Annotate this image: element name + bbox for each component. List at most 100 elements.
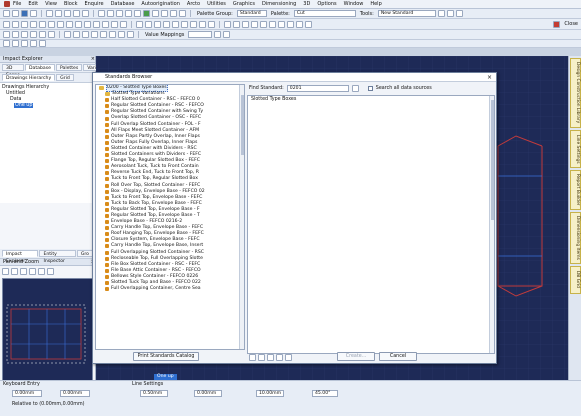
- menu-enquire[interactable]: Enquire: [84, 1, 103, 7]
- sample-icon[interactable]: [287, 20, 294, 28]
- menu-help[interactable]: Help: [370, 1, 381, 7]
- line-icon[interactable]: [12, 20, 19, 28]
- render-icon[interactable]: [242, 20, 249, 28]
- tool-option-icon[interactable]: [455, 10, 463, 17]
- panel-close-icon[interactable]: ×: [91, 56, 95, 62]
- circle-icon[interactable]: [30, 20, 37, 28]
- menu-file[interactable]: File: [13, 1, 21, 7]
- print-standards-catalog-button[interactable]: Print Standards Catalog: [133, 352, 199, 361]
- layers-icon[interactable]: [161, 10, 168, 17]
- paste-icon[interactable]: [82, 10, 89, 17]
- tab-entity-inspector[interactable]: Entity Inspector: [39, 250, 76, 264]
- offset-icon[interactable]: [84, 20, 91, 28]
- undo-icon[interactable]: [46, 10, 53, 17]
- bookmark-icon[interactable]: [127, 31, 134, 38]
- find-icon[interactable]: [118, 31, 125, 38]
- palette-group-select[interactable]: Standard: [236, 10, 267, 17]
- tab-line-settings[interactable]: Line Settings: [570, 130, 581, 168]
- rectangle-icon[interactable]: [39, 20, 46, 28]
- report-icon[interactable]: [199, 20, 206, 28]
- close-label[interactable]: Close: [564, 21, 578, 27]
- y-coordinate-field[interactable]: 0.00mm: [60, 390, 90, 397]
- tab-impact-explorer[interactable]: Impact Explorer: [2, 250, 39, 264]
- fold-icon[interactable]: [233, 20, 240, 28]
- nesting-icon[interactable]: [190, 20, 197, 28]
- mapping-option-icon[interactable]: [214, 31, 222, 38]
- snap-nearest-icon[interactable]: [39, 40, 46, 47]
- search-icon[interactable]: [351, 85, 359, 92]
- redo-icon[interactable]: [55, 10, 62, 17]
- attribute-icon[interactable]: [172, 20, 179, 28]
- dimension-icon[interactable]: [145, 20, 152, 28]
- view-small-icons-icon[interactable]: [258, 354, 265, 361]
- menu-block[interactable]: Block: [64, 1, 78, 7]
- tab-palettes[interactable]: Palettes: [55, 64, 83, 71]
- zoom-out-icon[interactable]: [107, 10, 114, 17]
- menu-utilities[interactable]: Utilities: [207, 1, 226, 7]
- new-icon[interactable]: [3, 10, 10, 17]
- grid-icon[interactable]: [143, 10, 150, 17]
- arc-icon[interactable]: [21, 20, 28, 28]
- view-large-icons-icon[interactable]: [249, 354, 256, 361]
- value-mappings-select[interactable]: [188, 31, 213, 38]
- x-coordinate-field[interactable]: 0.00mm: [12, 390, 42, 397]
- zoom-in-icon[interactable]: [98, 10, 105, 17]
- save-icon[interactable]: [21, 10, 28, 17]
- filter-icon[interactable]: [109, 31, 116, 38]
- palette-select[interactable]: Cut: [293, 10, 356, 17]
- tool-option-icon[interactable]: [446, 10, 454, 17]
- zoom-out-icon[interactable]: [11, 268, 18, 275]
- dimension-1-field[interactable]: 0.00mm: [194, 390, 222, 397]
- pan-icon[interactable]: [47, 268, 54, 275]
- snap-intersection-icon[interactable]: [30, 40, 37, 47]
- animation-icon[interactable]: [251, 20, 258, 28]
- text-icon[interactable]: [136, 20, 143, 28]
- export-icon[interactable]: [260, 20, 267, 28]
- fillet-icon[interactable]: [57, 20, 64, 28]
- search-all-checkbox[interactable]: [367, 86, 373, 91]
- menu-arcto[interactable]: Arcto: [187, 1, 200, 7]
- rotate-icon[interactable]: [102, 20, 109, 28]
- close-drawing-icon[interactable]: [553, 20, 561, 28]
- dialog-close-icon[interactable]: ×: [487, 73, 492, 82]
- properties-icon[interactable]: [179, 10, 186, 17]
- hatch-icon[interactable]: [154, 20, 161, 28]
- tab-design-construction-library[interactable]: Design Construction Library: [570, 58, 581, 128]
- pan-icon[interactable]: [134, 10, 141, 17]
- database-icon[interactable]: [208, 20, 215, 28]
- tab-3d-scene[interactable]: 3D Scene: [2, 64, 25, 78]
- view-tiles-icon[interactable]: [285, 354, 292, 361]
- print-icon[interactable]: [30, 10, 37, 17]
- view-3d-icon[interactable]: [224, 20, 231, 28]
- tab-dimensioning-items[interactable]: Dimensioning Items: [570, 212, 581, 264]
- plot-icon[interactable]: [278, 20, 285, 28]
- tab-drawings-hierarchy[interactable]: Drawings Hierarchy: [2, 74, 56, 81]
- pan-zoom-preview[interactable]: [2, 278, 93, 388]
- dimension-2-field[interactable]: 10.00mm: [256, 390, 284, 397]
- line-width-field[interactable]: 0.50mm: [140, 390, 168, 397]
- tab-gro[interactable]: Gro: [76, 250, 93, 257]
- style-icon[interactable]: [64, 31, 71, 38]
- zoom-previous-icon[interactable]: [38, 268, 45, 275]
- tree-item-one-up[interactable]: One up: [2, 103, 93, 109]
- scale-icon[interactable]: [111, 20, 118, 28]
- snap-icon[interactable]: [152, 10, 159, 17]
- snap-centre-icon[interactable]: [21, 40, 28, 47]
- polyline-icon[interactable]: [48, 20, 55, 28]
- move-icon[interactable]: [120, 20, 127, 28]
- value-mappings-label[interactable]: Value Mappings: [145, 32, 184, 38]
- angle-field[interactable]: 45.00°: [312, 390, 338, 397]
- mapping-icon[interactable]: [39, 31, 46, 38]
- tab-database[interactable]: Database: [25, 64, 55, 71]
- menu-view[interactable]: View: [45, 1, 57, 7]
- tab-db-grid[interactable]: DB Grid: [570, 266, 581, 294]
- pen-icon[interactable]: [30, 31, 37, 38]
- measure-icon[interactable]: [170, 10, 177, 17]
- zoom-extents-icon[interactable]: [125, 10, 132, 17]
- find-standard-input[interactable]: 0201: [286, 85, 349, 92]
- layer-icon[interactable]: [3, 31, 10, 38]
- create-button[interactable]: Create...: [337, 352, 375, 361]
- menu-3d[interactable]: 3D: [303, 1, 310, 7]
- tab-report-builder[interactable]: Report Builder: [570, 170, 581, 210]
- check-icon[interactable]: [296, 20, 303, 28]
